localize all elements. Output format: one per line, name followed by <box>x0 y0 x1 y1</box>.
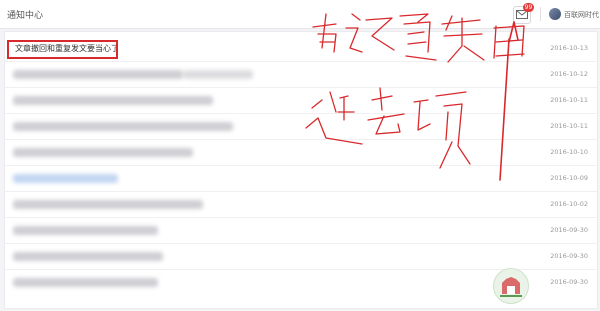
building-icon <box>500 277 522 297</box>
watermark-logo <box>493 268 529 304</box>
handwritten-annotation <box>305 13 525 181</box>
